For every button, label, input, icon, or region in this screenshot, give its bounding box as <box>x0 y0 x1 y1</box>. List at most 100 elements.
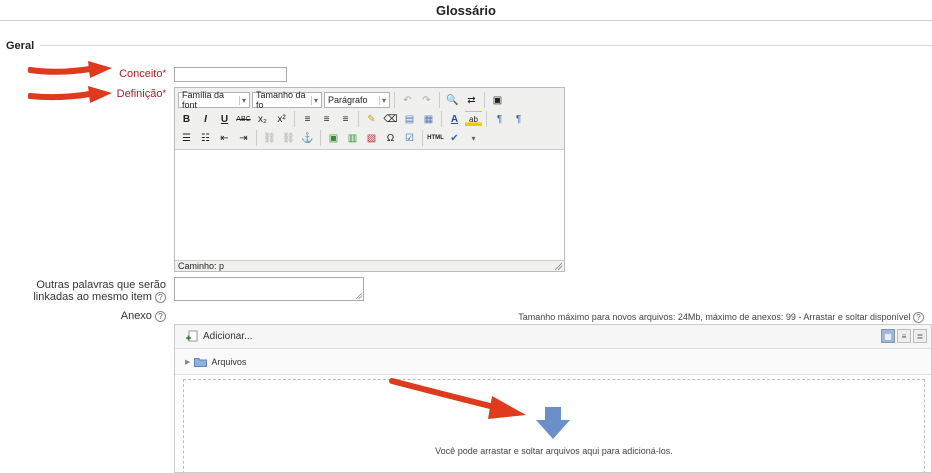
bold-icon[interactable]: B <box>178 111 195 127</box>
toolbar-separator <box>358 111 359 127</box>
editor-toolbar-row-3: ☰ ☷ ⇤ ⇥ ⛓ ⛓ ⚓ ▣ ▥ ▧ Ω ☑ HTML ✔ ▾ <box>178 129 482 147</box>
paste-text-icon[interactable]: ▤ <box>401 111 418 127</box>
file-manager-path: ▶ Arquivos <box>175 349 931 375</box>
ltr-icon[interactable]: ¶ <box>491 111 508 127</box>
aliases-label-line-2-text: linkadas ao mesmo item <box>33 291 152 303</box>
image-icon[interactable]: ▣ <box>325 130 342 146</box>
definition-editor: Família da font ▾ Tamanho da fo ▾ Parágraf… <box>174 87 565 272</box>
unlink-icon[interactable]: ⛓ <box>280 130 297 146</box>
bulleted-list-icon[interactable]: ☰ <box>178 130 195 146</box>
folder-breadcrumb[interactable]: ▶ Arquivos <box>185 357 246 367</box>
aliases-label-line-2: linkadas ao mesmo item ? <box>33 291 166 303</box>
view-list-icon[interactable]: ≡ <box>897 329 911 343</box>
toolbar-separator <box>394 92 395 108</box>
toolbar-separator <box>439 92 440 108</box>
highlight-color-icon[interactable]: ab <box>465 111 482 127</box>
attachment-label: Anexo ? <box>121 310 166 322</box>
resize-handle-icon[interactable] <box>554 262 562 270</box>
text-color-icon[interactable]: A <box>446 111 463 127</box>
view-icons-icon[interactable]: ▦ <box>881 329 895 343</box>
format-select[interactable]: Parágrafo ▾ <box>324 92 390 108</box>
moodle-media-icon[interactable]: ▧ <box>363 130 380 146</box>
view-switcher: ▦ ≡ ≣ <box>881 329 927 343</box>
add-file-button[interactable]: Adicionar... <box>185 330 252 343</box>
align-left-icon[interactable]: ≡ <box>299 111 316 127</box>
toolbar-separator <box>294 111 295 127</box>
subscript-icon[interactable]: x₂ <box>254 111 271 127</box>
outdent-icon[interactable]: ⇤ <box>216 130 233 146</box>
clean-format-icon[interactable]: ✎ <box>363 111 380 127</box>
html-icon[interactable]: HTML <box>427 130 444 146</box>
aliases-textarea[interactable] <box>174 277 364 301</box>
max-size-info: Tamanho máximo para novos arquivos: 24Mb… <box>518 312 924 324</box>
required-marker: * <box>162 68 166 78</box>
link-icon[interactable]: ⛓ <box>261 130 278 146</box>
view-tree-icon[interactable]: ≣ <box>913 329 927 343</box>
chevron-down-icon[interactable]: ▾ <box>465 130 482 146</box>
header-divider <box>0 20 932 21</box>
font-size-value: Tamanho da fo <box>256 90 306 110</box>
replace-icon[interactable]: ⇄ <box>463 92 480 108</box>
align-right-icon[interactable]: ≡ <box>337 111 354 127</box>
add-file-icon <box>186 330 198 342</box>
toolbar-separator <box>256 130 257 146</box>
drop-message: Você pode arrastar e soltar arquivos aqu… <box>435 446 673 456</box>
table-icon[interactable]: ☑ <box>401 130 418 146</box>
editor-path: Caminho: p <box>178 261 225 271</box>
attachment-label-text: Anexo <box>120 310 152 322</box>
concept-input[interactable] <box>174 67 287 82</box>
question-circle-icon[interactable]: ? <box>155 291 166 303</box>
font-family-select[interactable]: Família da font ▾ <box>178 90 250 110</box>
page-title: Glossário <box>436 3 496 18</box>
align-center-icon[interactable]: ≡ <box>318 111 335 127</box>
editor-toolbar-row-1: Família da font ▾ Tamanho da fo ▾ Parágraf… <box>178 90 506 110</box>
folder-icon <box>194 358 208 367</box>
spellcheck-icon[interactable]: ✔ <box>446 130 463 146</box>
eraser-icon[interactable]: ⌫ <box>382 111 399 127</box>
italic-icon[interactable]: I <box>197 111 214 127</box>
drop-zone[interactable]: Você pode arrastar e soltar arquivos aqu… <box>183 379 925 473</box>
font-family-value: Família da font <box>182 90 225 110</box>
aliases-label-line-1: Outras palavras que serão <box>36 279 166 291</box>
paste-word-icon[interactable]: ▦ <box>420 111 437 127</box>
toolbar-separator <box>486 111 487 127</box>
annotation-arrow-definition <box>28 86 112 103</box>
find-icon[interactable]: 🔍 <box>444 92 461 108</box>
strikethrough-icon[interactable]: ABC <box>235 111 252 127</box>
max-size-text: Tamanho máximo para novos arquivos: 24Mb… <box>518 312 911 322</box>
editor-toolbar-row-2: B I U ABC x₂ x² ≡ ≡ ≡ ✎ ⌫ ▤ ▦ A ab ¶ ¶ <box>178 110 527 128</box>
definition-label-text: Definição <box>116 88 163 100</box>
question-circle-icon[interactable]: ? <box>155 310 166 322</box>
fullscreen-icon[interactable]: ▣ <box>489 92 506 108</box>
font-size-select[interactable]: Tamanho da fo ▾ <box>252 90 322 110</box>
media-icon[interactable]: ▥ <box>344 130 361 146</box>
concept-label-text: Conceito <box>119 68 163 80</box>
numbered-list-icon[interactable]: ☷ <box>197 130 214 146</box>
superscript-icon[interactable]: x² <box>273 111 290 127</box>
special-char-icon[interactable]: Ω <box>382 130 399 146</box>
section-legend[interactable]: Geral <box>6 40 34 52</box>
undo-icon[interactable]: ↶ <box>399 92 416 108</box>
underline-icon[interactable]: U <box>216 111 233 127</box>
toolbar-separator <box>441 111 442 127</box>
file-manager: Adicionar... ▦ ≡ ≣ ▶ Arquivos Você pode … <box>174 324 932 473</box>
redo-icon[interactable]: ↷ <box>418 92 435 108</box>
annotation-arrow-dropzone <box>389 378 526 419</box>
anchor-icon[interactable]: ⚓ <box>299 130 316 146</box>
folder-label: Arquivos <box>211 357 247 367</box>
chevron-down-icon: ▾ <box>238 95 246 105</box>
editor-content-area[interactable] <box>175 149 564 261</box>
resize-handle-icon[interactable] <box>355 292 362 299</box>
glossary-page: Glossário Geral Conceito* Definição * Fam… <box>0 0 932 473</box>
section-divider <box>40 45 932 46</box>
toolbar-separator <box>320 130 321 146</box>
indent-icon[interactable]: ⇥ <box>235 130 252 146</box>
concept-label: Conceito* <box>119 68 166 80</box>
rtl-icon[interactable]: ¶ <box>510 111 527 127</box>
question-circle-icon[interactable]: ? <box>913 312 924 324</box>
chevron-down-icon: ▾ <box>310 95 318 105</box>
triangle-right-icon: ▶ <box>185 359 191 366</box>
arrow-down-icon <box>536 407 570 439</box>
toolbar-separator <box>484 92 485 108</box>
aliases-label: Outras palavras que serão linkadas ao me… <box>33 279 166 303</box>
